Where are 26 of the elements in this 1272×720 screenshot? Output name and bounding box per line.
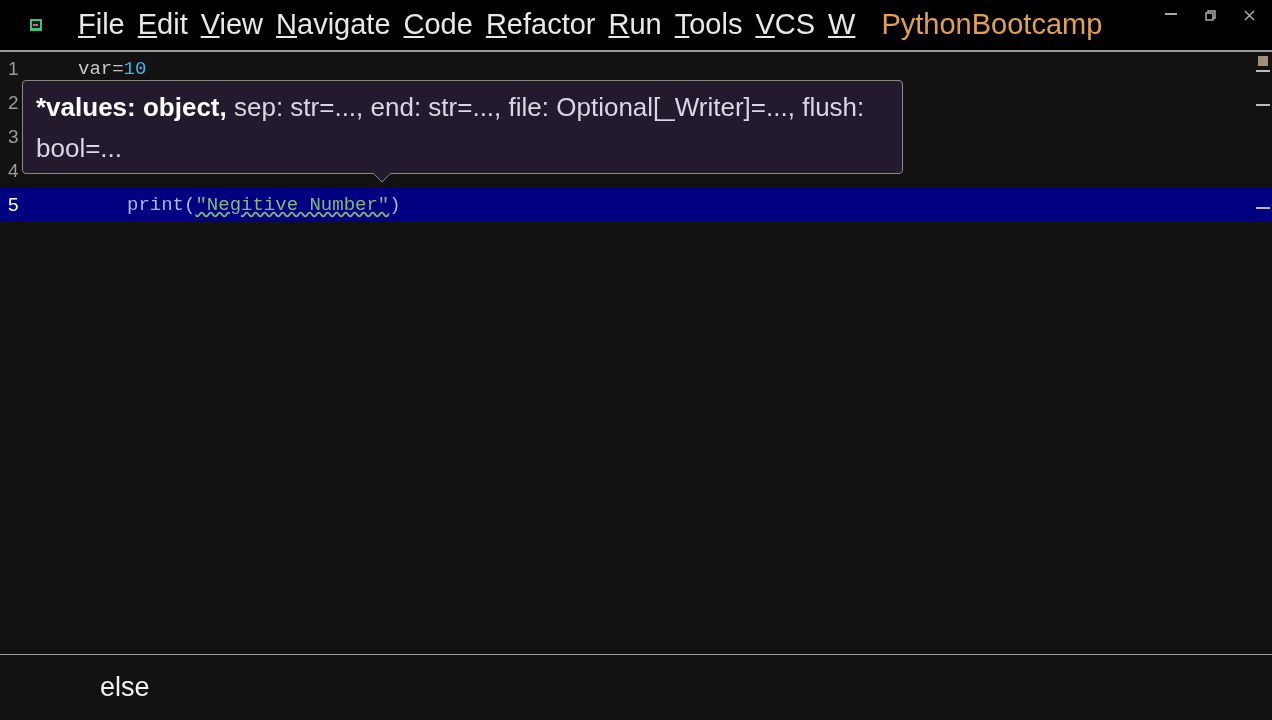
minimize-icon[interactable] [1165, 13, 1177, 16]
code-line: print("Negitive Number") [127, 192, 401, 218]
scroll-marker [1256, 104, 1270, 106]
scroll-marker [1258, 56, 1268, 66]
close-icon[interactable] [1244, 10, 1255, 21]
project-title: PythonBootcamp [881, 7, 1103, 43]
menu-item[interactable]: Refactor [485, 3, 596, 47]
app-icon [29, 18, 43, 32]
caption-text: else [100, 671, 150, 705]
menu-item[interactable]: W [828, 3, 856, 47]
menu-item[interactable]: Tools [674, 3, 743, 47]
menu-item[interactable]: Navigate [276, 3, 391, 47]
parameter-hint-text: *values: object, sep: str=..., end: str=..., file: Optional[_Writer]=..., flush: bool=... [36, 91, 866, 165]
line-number: 5 [7, 192, 20, 217]
line-number: 4 [7, 158, 20, 183]
menu-item[interactable]: File [78, 3, 125, 47]
menu-item[interactable]: Edit [137, 3, 188, 47]
menu-item[interactable]: VCS [755, 3, 816, 47]
line-number: 1 [7, 56, 20, 81]
menu-item[interactable]: Code [403, 3, 473, 47]
menu-item[interactable]: Run [608, 3, 662, 47]
menu-item[interactable]: View [200, 3, 264, 47]
scroll-marker [1256, 70, 1270, 72]
restore-icon[interactable] [1205, 10, 1216, 21]
code-line: var=10 [78, 56, 147, 82]
scroll-marker [1256, 207, 1270, 209]
